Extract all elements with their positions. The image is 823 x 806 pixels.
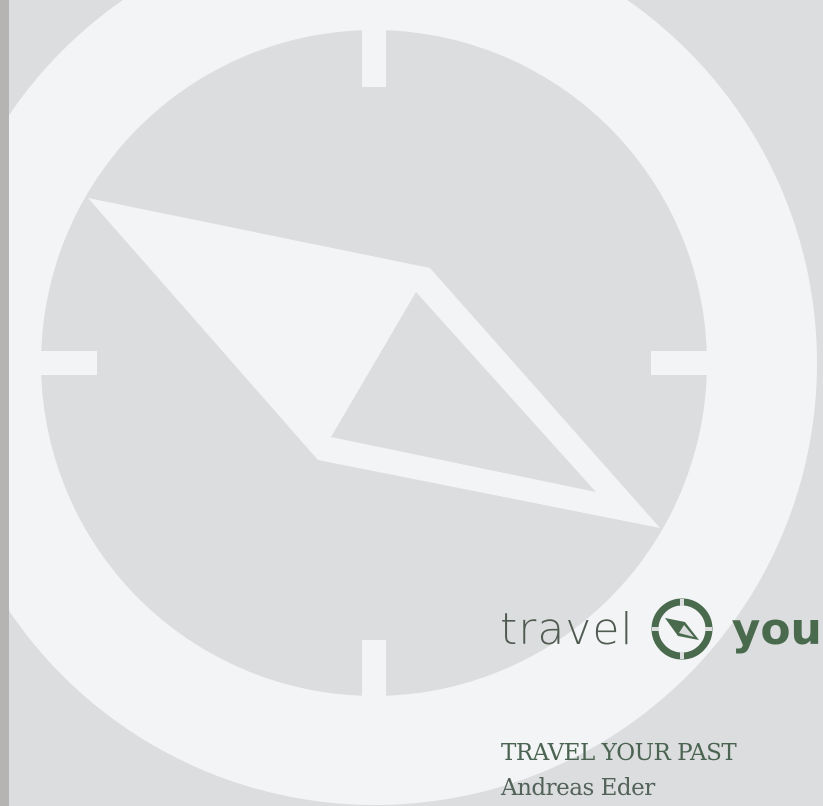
logo-word-travel: travel [500, 603, 634, 655]
book-author: Andreas Eder [501, 775, 655, 801]
compass-watermark-icon [0, 0, 817, 806]
cover-caption: TRAVEL YOUR PAST Andreas Eder [501, 736, 737, 806]
book-cover: travel you TRAVEL YOUR PAST Andreas Eder [0, 0, 823, 806]
book-title: TRAVEL YOUR PAST [501, 740, 737, 766]
logo-word-your: you [731, 603, 822, 655]
compass-icon [651, 598, 713, 660]
brand-logo: travel you [500, 596, 822, 662]
